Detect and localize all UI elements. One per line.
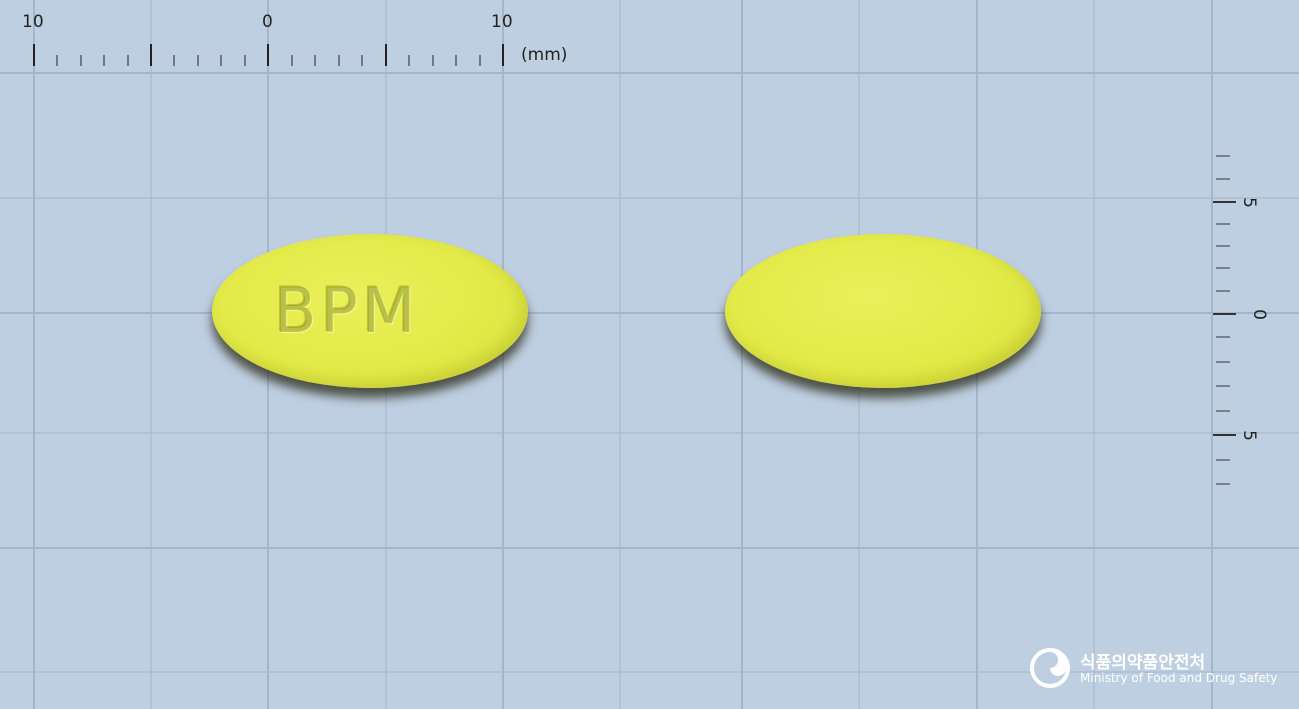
tablet-imprint: BPM	[274, 274, 420, 347]
grid-lines	[0, 0, 1299, 709]
tablet-back	[725, 234, 1041, 388]
logo-korean-text: 식품의약품안전처	[1080, 653, 1206, 673]
right-ruler	[1213, 155, 1236, 485]
pill-photo: 10 0 10 (mm) 5 0 5 BPM 식품의약품안전처 Ministry…	[0, 0, 1299, 709]
tablet-front: BPM	[212, 234, 528, 388]
ruler-label-0: 0	[262, 12, 273, 32]
mfds-emblem-icon	[1030, 648, 1070, 688]
ruler-label-bottom-5: 5	[1238, 430, 1259, 441]
ruler-unit: (mm)	[521, 45, 568, 65]
ruler-label-left-10: 10	[22, 12, 44, 32]
top-ruler	[33, 44, 504, 66]
ruler-label-mid-0: 0	[1248, 309, 1269, 320]
logo-english-text: Ministry of Food and Drug Safety	[1080, 671, 1278, 685]
ruler-label-top-5: 5	[1238, 197, 1259, 208]
ruler-label-right-10: 10	[491, 12, 513, 32]
mfds-logo: 식품의약품안전처 Ministry of Food and Drug Safet…	[1030, 648, 1277, 692]
